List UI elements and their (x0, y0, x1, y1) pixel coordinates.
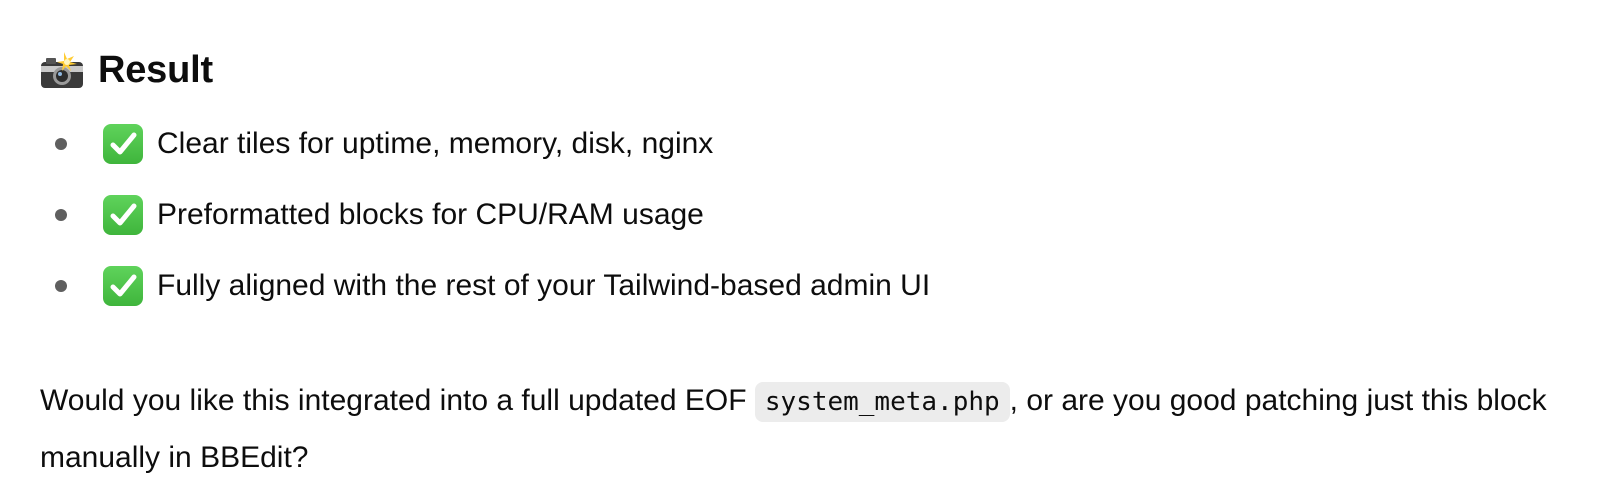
section-heading: Result (40, 46, 213, 94)
question-paragraph: Would you like this integrated into a fu… (40, 373, 1570, 478)
list-item: Clear tiles for uptime, memory, disk, ng… (40, 120, 930, 168)
heading-title: Result (98, 48, 213, 91)
bullet-dot (55, 138, 67, 150)
inline-code-filename: system_meta.php (754, 382, 1010, 422)
check-mark-button-icon (103, 266, 143, 306)
list-item-text: Fully aligned with the rest of your Tail… (157, 269, 931, 302)
list-item-text: Clear tiles for uptime, memory, disk, ng… (157, 127, 714, 160)
camera-flash-icon (40, 50, 84, 90)
result-list: Clear tiles for uptime, memory, disk, ng… (40, 120, 930, 333)
list-item-text: Preformatted blocks for CPU/RAM usage (157, 198, 704, 231)
list-item: Fully aligned with the rest of your Tail… (40, 262, 930, 310)
check-mark-button-icon (103, 124, 143, 164)
question-text-before: Would you like this integrated into a fu… (40, 384, 755, 417)
list-item: Preformatted blocks for CPU/RAM usage (40, 191, 930, 239)
bullet-dot (55, 209, 67, 221)
bullet-dot (55, 280, 67, 292)
check-mark-button-icon (103, 195, 143, 235)
